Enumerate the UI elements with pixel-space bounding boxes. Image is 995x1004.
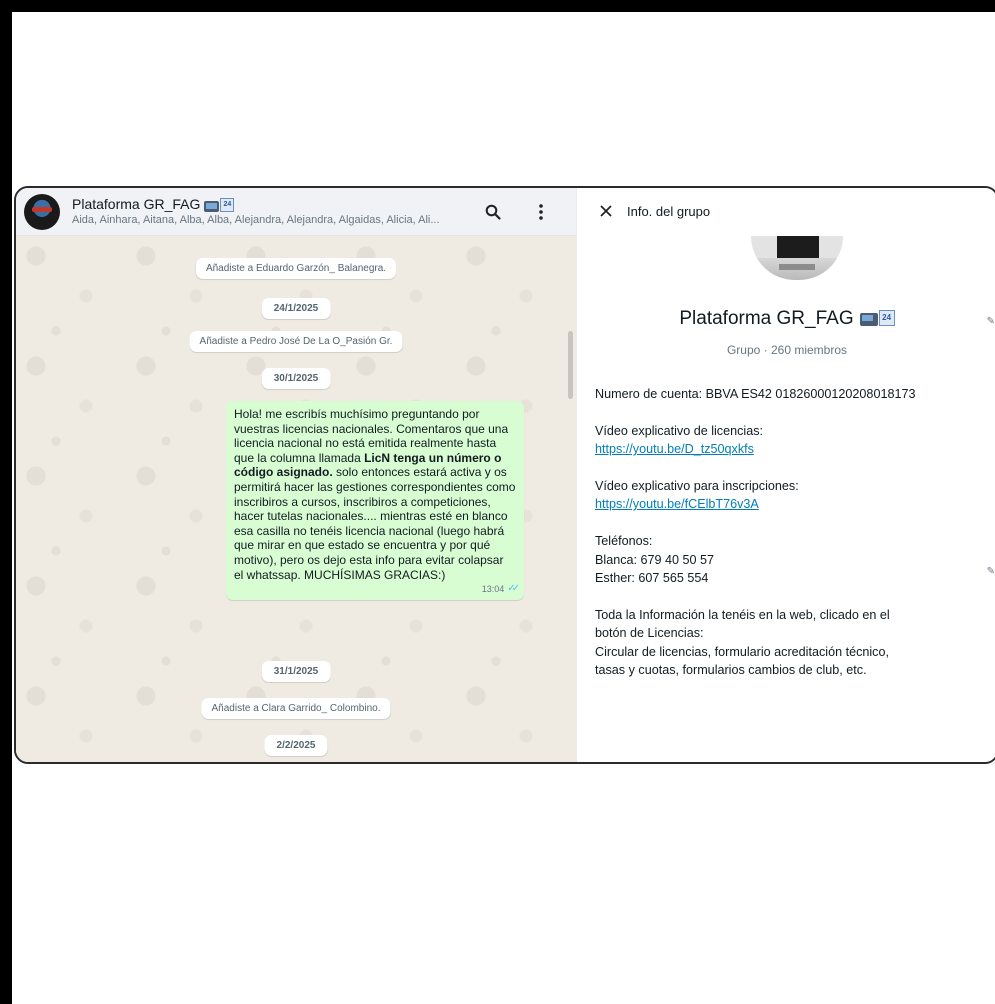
- group-member-count: Grupo · 260 miembros: [726, 343, 848, 357]
- read-receipt-icon: ✓✓: [507, 582, 520, 594]
- message-list[interactable]: Añadiste a Eduardo Garzón_ Balanegra. 24…: [16, 236, 576, 762]
- group-description: Numero de cuenta: BBVA ES42 018260001202…: [595, 385, 975, 679]
- chat-pane: Plataforma GR_FAG 24 Aida, Ainhara, Aita…: [16, 188, 576, 762]
- info-line: Circular de licencias, formulario acredi…: [595, 644, 889, 659]
- photo-frame-left: [0, 0, 12, 1004]
- video2-label: Vídeo explicativo para inscripciones:: [595, 479, 799, 493]
- system-message: Añadiste a Clara Garrido_ Colombino.: [201, 698, 391, 719]
- chat-title-text: Plataforma GR_FAG: [72, 196, 201, 212]
- date-divider: 2/2/2025: [264, 735, 328, 756]
- tv-calendar-emoji-icon: 24: [859, 310, 895, 326]
- phones-label: Teléfonos:: [595, 534, 653, 549]
- tv-calendar-emoji-icon: 24: [204, 197, 235, 212]
- group-info-title: Info. del grupo: [627, 203, 711, 219]
- system-message: Añadiste a Eduardo Garzón_ Balanegra.: [195, 258, 397, 279]
- group-name-text: Plataforma GR_FAG: [679, 308, 854, 329]
- chat-title: Plataforma GR_FAG 24: [72, 196, 482, 213]
- message-time: 13:04: [481, 583, 505, 594]
- message-meta: 13:04 ✓✓: [481, 582, 520, 597]
- scrollbar-thumb[interactable]: [568, 331, 573, 399]
- date-divider: 30/1/2025: [261, 368, 331, 389]
- video1-link[interactable]: https://youtu.be/D_tz50qxkfs: [595, 442, 754, 456]
- info-line: botón de Licencias:: [595, 626, 704, 641]
- info-line: tasas y cuotas, formularios cambios de c…: [595, 663, 867, 678]
- group-avatar[interactable]: [24, 193, 60, 230]
- close-icon[interactable]: [595, 200, 617, 222]
- group-info-pane: Info. del grupo Plataforma GR_FAG 24 ✎ G…: [576, 188, 995, 762]
- chat-header-text[interactable]: Plataforma GR_FAG 24 Aida, Ainhara, Aita…: [72, 196, 482, 227]
- edit-pencil-icon[interactable]: ✎: [987, 566, 995, 577]
- group-name: Plataforma GR_FAG 24: [577, 308, 995, 330]
- group-info-header: Info. del grupo: [577, 188, 995, 234]
- system-message: Añadiste a Pedro José De La O_Pasión Gr.: [189, 331, 403, 352]
- group-photo[interactable]: [751, 236, 843, 280]
- chat-header[interactable]: Plataforma GR_FAG 24 Aida, Ainhara, Aita…: [16, 188, 576, 236]
- outgoing-message-bubble[interactable]: Hola! me escribís muchísimo preguntando …: [226, 401, 524, 601]
- video2-link[interactable]: https://youtu.be/fCElbT76v3A: [595, 497, 759, 511]
- whatsapp-window: Plataforma GR_FAG 24 Aida, Ainhara, Aita…: [14, 186, 995, 764]
- date-divider: 31/1/2025: [261, 661, 331, 682]
- info-line: Toda la Información la tenéis en la web,…: [595, 607, 890, 622]
- date-divider: 24/1/2025: [261, 298, 331, 319]
- chat-members-preview: Aida, Ainhara, Aitana, Alba, Alba, Aleja…: [72, 214, 440, 226]
- photo-frame-top: [0, 0, 995, 12]
- account-number: Numero de cuenta: BBVA ES42 018260001202…: [595, 387, 916, 401]
- phone-blanca: Blanca: 679 40 50 57: [595, 552, 715, 567]
- edit-pencil-icon[interactable]: ✎: [987, 316, 995, 327]
- message-text: solo entonces estará activa y os permiti…: [234, 465, 516, 582]
- menu-icon[interactable]: [530, 201, 552, 223]
- search-icon[interactable]: [482, 201, 504, 223]
- video1-label: Vídeo explicativo de licencias:: [595, 423, 764, 438]
- phone-esther: Esther: 607 565 554: [595, 571, 709, 586]
